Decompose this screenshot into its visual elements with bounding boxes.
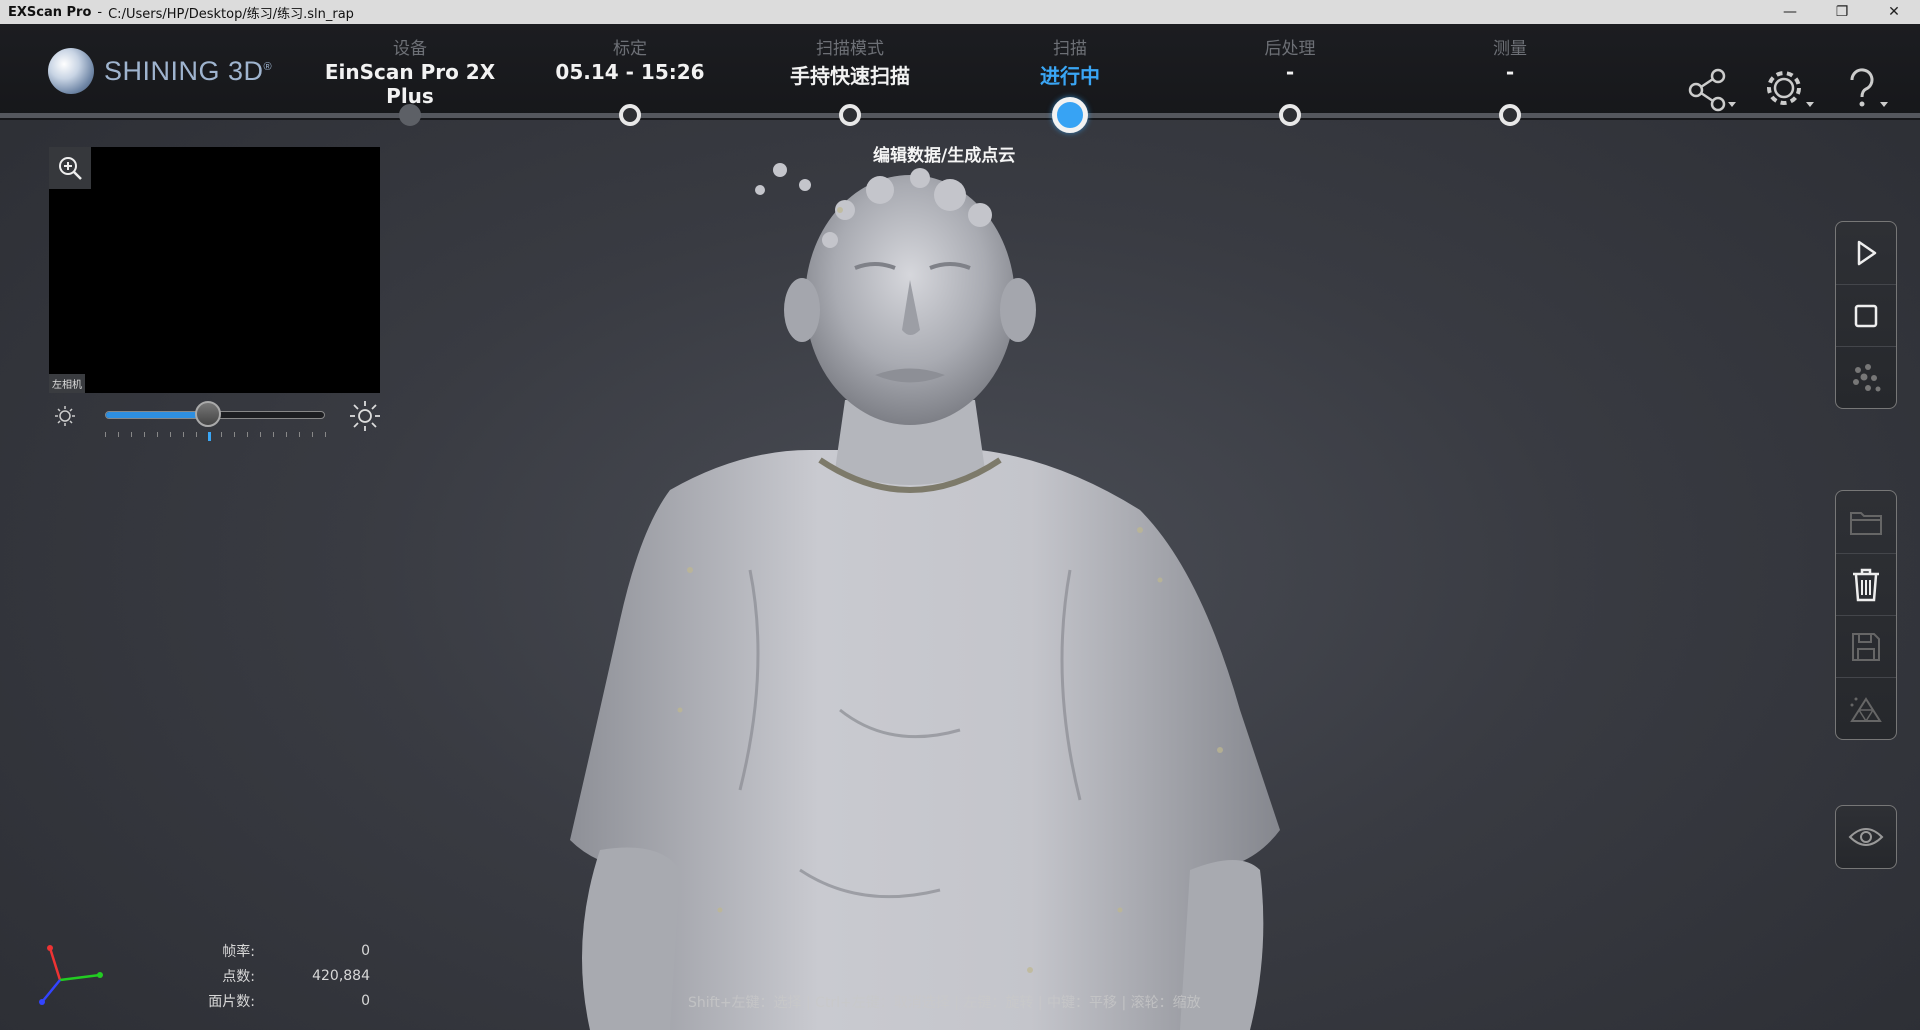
slider-tick	[105, 432, 106, 437]
folder-icon[interactable]	[1836, 491, 1896, 553]
workflow-header: SHINING 3D® 设备 EinScan Pro 2X Plus 标定 05…	[0, 24, 1920, 120]
stat-key: 点数:	[222, 968, 255, 985]
zoom-in-icon[interactable]	[49, 147, 91, 189]
scan-viewport[interactable]	[420, 150, 1420, 1030]
save-icon[interactable]	[1836, 615, 1896, 677]
camera-label: 左相机	[49, 374, 85, 393]
slider-tick	[169, 432, 171, 437]
app-name: EXScan Pro	[8, 4, 92, 20]
stat-row: 面片数: 0	[180, 988, 370, 1013]
step-node-post-process[interactable]	[1279, 104, 1301, 126]
step-node-scan[interactable]	[1052, 97, 1088, 133]
brightness-slider-thumb[interactable]	[195, 401, 222, 427]
brightness-slider-fill	[106, 412, 210, 418]
step-label: 标定	[613, 39, 647, 59]
workflow-progress-track	[0, 113, 1920, 118]
step-value: 05.14 - 15:26	[555, 60, 705, 84]
slider-tick	[286, 432, 288, 437]
view-panel	[1835, 805, 1897, 869]
brightness-low-icon	[53, 404, 77, 432]
scan-control-panel	[1835, 221, 1897, 409]
scanned-model	[570, 163, 1280, 1030]
step-device[interactable]: 设备 EinScan Pro 2X Plus	[310, 34, 510, 108]
mesh-icon[interactable]	[1836, 677, 1896, 739]
slider-tick	[234, 432, 236, 437]
eye-icon[interactable]	[1836, 806, 1896, 868]
step-value: 进行中	[1040, 64, 1100, 88]
slider-tick	[117, 432, 119, 437]
stat-value: 0	[361, 942, 370, 959]
step-label: 扫描	[1053, 39, 1087, 59]
play-icon[interactable]	[1836, 222, 1896, 284]
step-measure[interactable]: 测量 -	[1410, 34, 1610, 84]
close-icon[interactable]: ✕	[1868, 0, 1920, 24]
logo-icon	[48, 48, 94, 94]
slider-tick	[195, 432, 197, 437]
stat-value: 0	[361, 992, 370, 1009]
brightness-high-icon	[349, 400, 381, 436]
slider-current-tick	[208, 432, 212, 441]
slider-tick	[312, 432, 314, 437]
step-value: -	[1285, 60, 1295, 84]
step-label: 扫描模式	[816, 39, 884, 59]
slider-tick	[260, 432, 262, 437]
share-icon[interactable]	[1686, 68, 1736, 112]
step-post-process[interactable]: 后处理 -	[1190, 34, 1390, 84]
scan-stats: 帧率: 0 点数: 420,884 面片数: 0	[180, 938, 370, 1013]
stat-key: 面片数:	[208, 993, 255, 1010]
logo: SHINING 3D®	[48, 48, 272, 94]
axis-gizmo	[30, 940, 110, 1014]
header-tools	[1686, 68, 1892, 112]
title-bar: EXScan Pro - C:/Users/HP/Desktop/练习/练习.s…	[0, 0, 1920, 24]
brightness-control	[49, 400, 381, 441]
step-scan-mode[interactable]: 扫描模式 手持快速扫描	[750, 34, 950, 89]
slider-tick	[143, 432, 145, 437]
slider-tick	[130, 432, 132, 437]
step-node-measure[interactable]	[1499, 104, 1521, 126]
step-label: 测量	[1493, 39, 1527, 59]
slider-tick	[325, 432, 326, 437]
stat-key: 帧率:	[222, 943, 255, 960]
stat-value: 420,884	[312, 967, 370, 984]
restore-icon[interactable]: ❐	[1816, 0, 1868, 24]
slider-tick	[156, 432, 158, 437]
step-value: -	[1505, 60, 1515, 84]
logo-registered-mark: ®	[263, 60, 273, 73]
step-node-scan-mode[interactable]	[839, 104, 861, 126]
slider-tick	[182, 432, 184, 437]
help-icon[interactable]	[1842, 68, 1892, 112]
step-label: 后处理	[1264, 39, 1316, 59]
minimize-icon[interactable]: —	[1764, 0, 1816, 24]
file-path: C:/Users/HP/Desktop/练习/练习.sln_rap	[108, 6, 354, 22]
file-tools-panel	[1835, 490, 1897, 740]
brightness-ticks	[105, 432, 326, 441]
step-label: 设备	[393, 39, 427, 59]
camera-preview	[49, 147, 380, 393]
title-separator: -	[97, 4, 103, 20]
window-controls: — ❐ ✕	[1764, 0, 1920, 24]
slider-tick	[247, 432, 249, 437]
settings-icon[interactable]	[1764, 68, 1814, 112]
step-node-calibration[interactable]	[619, 104, 641, 126]
logo-text: SHINING 3D	[104, 55, 264, 86]
stat-row: 点数: 420,884	[180, 963, 370, 988]
stop-icon[interactable]	[1836, 284, 1896, 346]
step-value: EinScan Pro 2X Plus	[324, 60, 496, 108]
step-node-device[interactable]	[399, 104, 421, 126]
step-scan[interactable]: 扫描 进行中	[970, 34, 1170, 89]
slider-tick	[299, 432, 301, 437]
step-value: 手持快速扫描	[790, 64, 910, 88]
slider-tick	[221, 432, 223, 437]
point-cloud-icon[interactable]	[1836, 346, 1896, 408]
mouse-hint: Shift+左键：选择 | Ctrl+左键：取消选择 | 左键：旋转 | 中键：…	[688, 995, 1201, 1011]
slider-tick	[273, 432, 275, 437]
step-calibration[interactable]: 标定 05.14 - 15:26	[530, 34, 730, 84]
stat-row: 帧率: 0	[180, 938, 370, 963]
trash-icon[interactable]	[1836, 553, 1896, 615]
